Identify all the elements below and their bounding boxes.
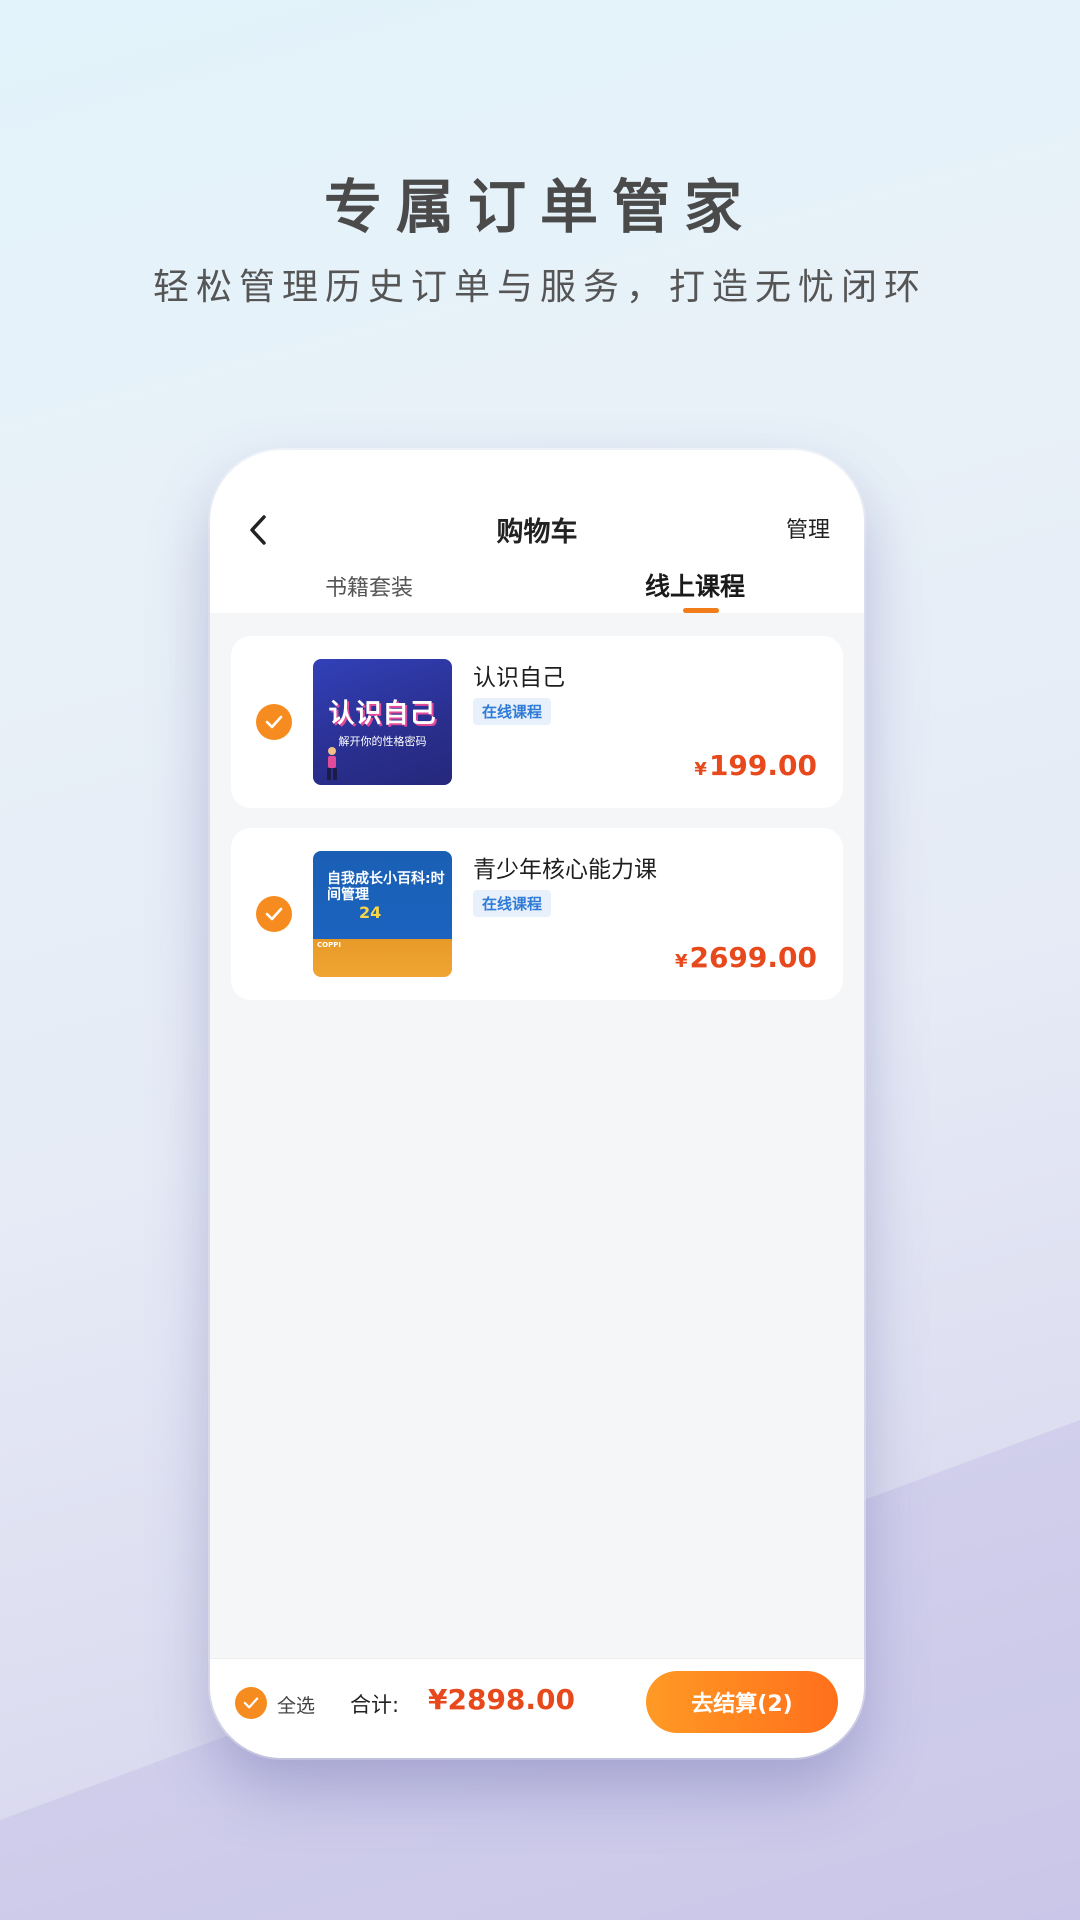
- thumbnail-number: 24: [359, 903, 382, 922]
- phone-frame: 购物车 管理 书籍套装 线上课程 认识自己 解开你的性格密码 认识自己 在线课程…: [210, 450, 864, 1758]
- price-value: 199.00: [708, 749, 817, 782]
- active-tab-indicator: [683, 608, 719, 613]
- product-price: ¥2699.00: [675, 941, 817, 974]
- cart-item[interactable]: 自我成长小百科:时间管理 24 COPPI 青少年核心能力课 在线课程 ¥269…: [231, 828, 843, 1000]
- product-thumbnail[interactable]: 认识自己 解开你的性格密码: [313, 659, 452, 785]
- currency-symbol: ¥: [674, 951, 688, 972]
- app-header: 购物车 管理 书籍套装 线上课程: [210, 450, 864, 613]
- total-amount: ¥2898.00: [428, 1683, 576, 1716]
- checkbox-checked-icon[interactable]: [256, 704, 292, 740]
- product-name[interactable]: 认识自己: [473, 658, 565, 692]
- price-value: 2699.00: [689, 941, 817, 974]
- checkout-button[interactable]: 去结算(2): [646, 1671, 838, 1733]
- currency-symbol: ¥: [694, 759, 707, 780]
- product-thumbnail[interactable]: 自我成长小百科:时间管理 24 COPPI: [313, 851, 452, 977]
- product-type-tag: 在线课程: [473, 890, 552, 917]
- page-title: 购物车: [496, 517, 578, 548]
- person-illustration-icon: [327, 747, 337, 780]
- thumbnail-brand: COPPI: [317, 941, 341, 949]
- product-name[interactable]: 青少年核心能力课: [473, 850, 657, 884]
- manage-button[interactable]: 管理: [786, 512, 830, 544]
- product-type-tag: 在线课程: [473, 698, 552, 725]
- promo-headline: 专属订单管家: [323, 173, 756, 241]
- checkbox-checked-icon[interactable]: [256, 896, 292, 932]
- checkout-bar: 全选 合计: ¥2898.00 去结算(2): [210, 1658, 864, 1758]
- thumbnail-title: 认识自己: [328, 699, 437, 729]
- select-all-label[interactable]: 全选: [277, 1691, 315, 1718]
- tab-online-courses[interactable]: 线上课程: [645, 567, 745, 603]
- product-price: ¥199.00: [694, 749, 817, 782]
- thumbnail-title: 自我成长小百科:时间管理: [327, 871, 445, 903]
- promo-subline: 轻松管理历史订单与服务，打造无忧闭环: [152, 267, 927, 308]
- cart-item[interactable]: 认识自己 解开你的性格密码 认识自己 在线课程 ¥199.00: [231, 636, 843, 808]
- tab-books[interactable]: 书籍套装: [325, 570, 413, 602]
- total-label: 合计:: [350, 1693, 400, 1717]
- select-all-checkbox-icon[interactable]: [235, 1687, 267, 1719]
